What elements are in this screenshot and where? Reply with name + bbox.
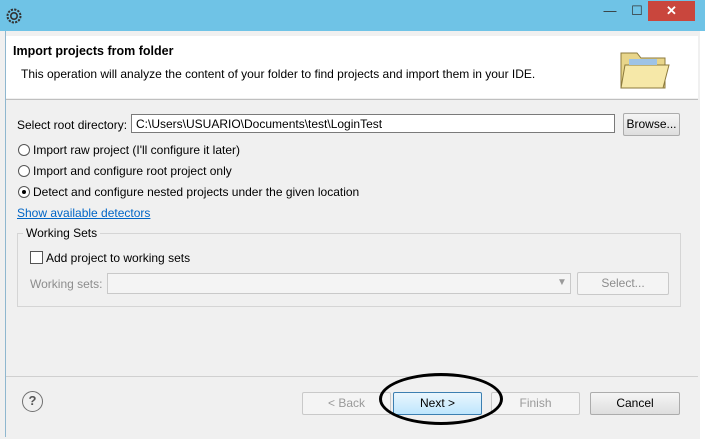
chevron-down-icon[interactable]: ▼ (556, 276, 568, 290)
select-working-sets-button[interactable]: Select... (577, 272, 669, 295)
minimize-button[interactable]: — (597, 1, 623, 21)
next-button[interactable]: Next > (393, 392, 482, 415)
back-button[interactable]: < Back (302, 392, 391, 415)
root-directory-label: Select root directory: (17, 118, 128, 132)
import-root-only-label[interactable]: Import and configure root project only (33, 164, 232, 178)
working-sets-combo[interactable] (107, 273, 571, 294)
detect-nested-label[interactable]: Detect and configure nested projects und… (33, 185, 359, 199)
finish-button[interactable]: Finish (491, 392, 580, 415)
wizard-description: This operation will analyze the content … (21, 67, 536, 81)
add-to-working-sets-checkbox[interactable] (30, 251, 43, 264)
import-raw-radio[interactable] (18, 144, 30, 156)
browse-button[interactable]: Browse... (623, 113, 680, 136)
eclipse-gear-icon[interactable] (6, 8, 22, 24)
working-sets-title: Working Sets (23, 226, 101, 240)
show-detectors-link[interactable]: Show available detectors (17, 206, 150, 220)
background-window-edge (700, 31, 705, 439)
working-sets-label: Working sets: (30, 277, 103, 291)
title-bar[interactable]: — ☐ ✕ (0, 0, 705, 31)
detect-nested-radio[interactable] (18, 186, 30, 198)
cancel-button[interactable]: Cancel (590, 392, 680, 415)
maximize-button[interactable]: ☐ (624, 1, 650, 21)
button-bar-separator (6, 376, 698, 377)
wizard-title: Import projects from folder (13, 44, 174, 58)
help-icon[interactable]: ? (22, 391, 43, 412)
open-folder-icon (620, 52, 670, 89)
add-to-working-sets-label[interactable]: Add project to working sets (46, 251, 190, 265)
banner-separator (6, 99, 698, 100)
import-raw-label[interactable]: Import raw project (I'll configure it la… (33, 143, 240, 157)
working-sets-group (17, 233, 681, 307)
import-root-only-radio[interactable] (18, 165, 30, 177)
root-directory-input[interactable] (131, 114, 615, 133)
close-button[interactable]: ✕ (648, 1, 695, 21)
